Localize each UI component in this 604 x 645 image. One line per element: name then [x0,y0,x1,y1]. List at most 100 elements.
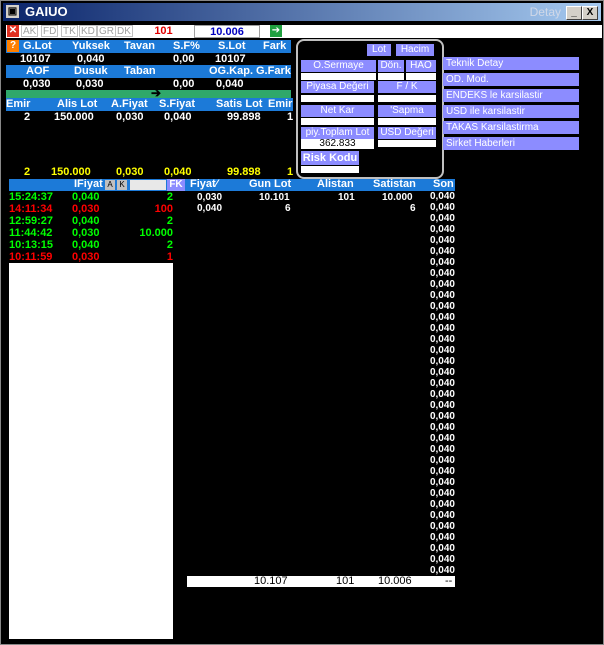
yuksek-value: 0,040 [77,53,105,65]
piyasa-degeri-button[interactable]: Piyasa Değeri [301,81,374,93]
son-cell: 0,040 [429,224,455,235]
trade-fiyat-header[interactable]: IFiyat [74,178,103,190]
usd-degeri-button[interactable]: USD Değeri [378,127,436,139]
summary-values-2: 0,030 0,030 0,00 0,040 [6,78,291,90]
go-arrow-icon[interactable]: ➔ [270,25,282,37]
son-column: 0,040 0,040 0,040 0,040 0,040 0,040 0,040 0,040… [421,191,455,576]
total-son: -- [445,575,453,587]
aof-header: AOF [26,65,50,77]
trade-qty: 100 [154,203,173,215]
sf-value: 0,00 [173,53,195,65]
tab-tk[interactable]: TK [61,25,78,37]
lot-input[interactable]: 101 [136,25,191,37]
sfiyat-header: S.Fiyat [159,98,196,110]
dist-fiyat: 0,040 [197,203,223,214]
trade-row[interactable]: 10:13:15 0,040 2 [9,239,173,251]
window-title: GAIUO [25,4,68,19]
dist-satistan-header[interactable]: Satistan [373,178,416,190]
risk-kodu-button[interactable]: Risk Kodu [301,151,359,165]
son-cell: 0,040 [429,378,455,389]
sort-a-button[interactable]: A [105,180,115,190]
trade-qty: 1 [166,251,173,263]
fk-toggle[interactable]: FK [167,179,185,191]
close-button[interactable]: X [582,6,598,20]
fark-header: Fark [263,40,287,52]
price-input[interactable]: 10.006 [194,25,260,38]
o-sermaye-button[interactable]: O.Sermaye [301,60,376,72]
depth-row[interactable]: 2 150.000 0,030 0,040 99.898 1 [6,111,293,123]
tab-ak[interactable]: AK [21,25,39,37]
hacim-button[interactable]: Hacim [396,44,434,56]
dist-gunlot-header[interactable]: Gun Lot [249,178,291,190]
son-cell: 0,040 [429,477,455,488]
close-icon[interactable]: ✕ [7,25,19,37]
dist-totals: 10.107 101 10.006 -- [187,575,455,587]
son-cell: 0,040 [429,257,455,268]
trade-row[interactable]: 10:11:59 0,030 1 [9,251,173,263]
dist-row[interactable]: 0,040 6 6 [187,203,427,214]
menu-sirket-haberleri[interactable]: Sirket Haberleri [443,137,579,150]
trade-qty: 2 [166,239,173,251]
dist-alistan: 101 [338,192,355,203]
dist-fiyat: 0,030 [197,192,223,203]
trade-price: 0,040 [72,191,100,203]
sapma-button[interactable]: 'Sapma [378,105,436,117]
lot-button[interactable]: Lot [367,44,391,56]
trade-qty: 10.000 [139,227,173,239]
trade-qty: 2 [166,191,173,203]
trade-row[interactable]: 12:59:27 0,040 2 [9,215,173,227]
son-cell: 0,040 [429,455,455,466]
usd-degeri-field [378,140,436,147]
trade-time: 15:24:37 [9,191,54,203]
son-cell: 0,040 [429,543,455,554]
trade-time: 14:11:34 [9,203,53,215]
menu-takas[interactable]: TAKAS Karsilastirma [443,121,579,134]
aof-value: 0,030 [23,78,51,90]
sf-header: S.F% [173,40,200,52]
net-kar-button[interactable]: Net Kar [301,105,374,117]
trade-row[interactable]: 15:24:37 0,040 2 [9,191,173,203]
menu-teknik-detay[interactable]: Teknik Detay [443,57,579,70]
son-cell: 0,040 [429,422,455,433]
son-cell: 0,040 [429,521,455,532]
slot-header: S.Lot [218,40,246,52]
tab-dk[interactable]: DK [115,25,133,37]
total-sfiyat: 0,040 [164,166,192,178]
minimize-button[interactable]: _ [566,6,582,20]
gfark-header: G.Fark [256,65,291,77]
son-cell: 0,040 [429,433,455,444]
sort-k-button[interactable]: K [117,180,127,190]
son-cell: 0,040 [429,532,455,543]
trade-time: 12:59:27 [9,215,54,227]
trade-row[interactable]: 14:11:34 0,030 100 [9,203,173,215]
son-cell: 0,040 [429,279,455,290]
dist-alistan-header[interactable]: Alistan [317,178,354,190]
sapma-field [378,118,436,125]
son-cell: 0,040 [429,301,455,312]
application-window: ▣ GAIUO Detay _ X ✕ AK FD TK KD GR DK 10… [0,0,604,645]
son-cell: 0,040 [429,367,455,378]
tab-kd[interactable]: KD [79,25,97,37]
dist-satistan: 6 [410,203,416,214]
menu-usd[interactable]: USD ile karsilastir [443,105,579,118]
depth-alis-lot: 150.000 [54,111,94,123]
glot-header: G.Lot [23,40,52,52]
tab-gr[interactable]: GR [97,25,116,37]
glot-value: 10107 [20,53,51,65]
dist-fiyat-header[interactable]: Fiyat⁄ [190,178,218,190]
menu-endeks[interactable]: ENDEKS le karsilastir [443,89,579,102]
don-button[interactable]: Dön. [378,60,404,72]
dist-gunlot: 6 [285,203,291,214]
dist-son-header[interactable]: Son [433,178,454,190]
piyasa-degeri-field [301,95,374,102]
title-bar[interactable]: ▣ GAIUO Detay _ X [3,3,601,21]
trade-row[interactable]: 11:44:42 0,030 10.000 [9,227,173,239]
dist-row[interactable]: 0,030 10.101 101 10.000 [187,192,427,203]
help-icon[interactable]: ? [7,40,19,52]
tab-fd[interactable]: FD [41,25,59,37]
trade-time: 11:44:42 [9,227,53,239]
fk-button[interactable]: F / K [378,81,436,93]
trade-time: 10:13:15 [9,239,54,251]
hao-button[interactable]: HAO [406,60,436,72]
menu-od-mod[interactable]: OD. Mod. [443,73,579,86]
